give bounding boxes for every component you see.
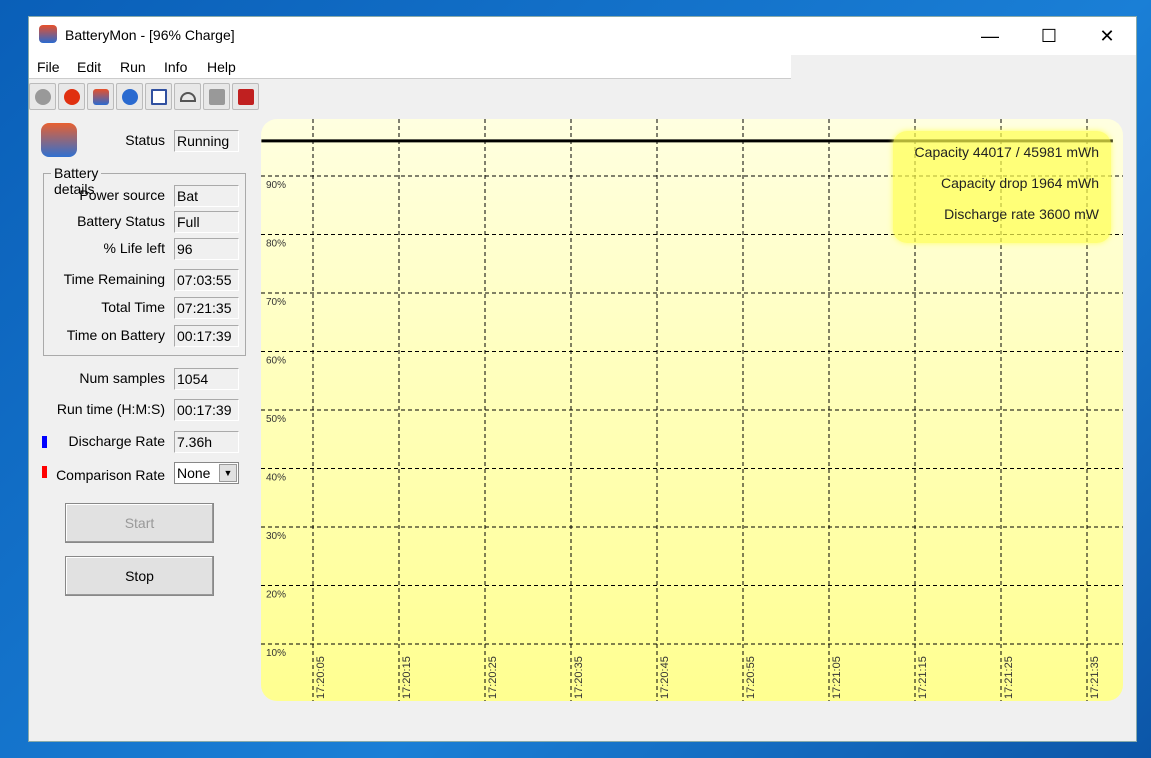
app-icon: [39, 25, 57, 43]
checklist-icon[interactable]: [145, 83, 172, 110]
capacity-text: Capacity 44017 / 45981 mWh: [914, 144, 1099, 160]
y-tick-label: 20%: [266, 590, 286, 601]
stat-field: 00:17:39: [174, 399, 239, 421]
x-tick-label: 17:21:05: [831, 656, 843, 699]
y-tick-label: 70%: [266, 297, 286, 308]
battery-detail-field: 96: [174, 238, 239, 260]
battery-detail-label: Total Time: [101, 299, 165, 315]
y-tick-label: 90%: [266, 180, 286, 191]
menu-edit[interactable]: Edit: [77, 59, 101, 75]
x-tick-label: 17:20:05: [315, 656, 327, 699]
y-tick-label: 30%: [266, 531, 286, 542]
comparison-rate-select[interactable]: None ▼: [174, 462, 239, 484]
stat-field: 7.36h: [174, 431, 239, 453]
record-icon[interactable]: [29, 83, 56, 110]
settings-icon[interactable]: [116, 83, 143, 110]
x-tick-label: 17:21:25: [1003, 656, 1015, 699]
x-tick-label: 17:20:25: [487, 656, 499, 699]
minimize-button[interactable]: —: [967, 17, 1013, 55]
comparison-rate-marker: [42, 466, 47, 478]
start-button[interactable]: Start: [65, 503, 214, 543]
y-tick-label: 80%: [266, 239, 286, 250]
plug-icon[interactable]: [203, 83, 230, 110]
stat-field: 1054: [174, 368, 239, 390]
x-tick-label: 17:20:35: [573, 656, 585, 699]
y-tick-label: 50%: [266, 414, 286, 425]
battery-detail-label: Time Remaining: [63, 271, 165, 287]
stop-icon[interactable]: [58, 83, 85, 110]
battery-detail-label: Battery Status: [77, 213, 165, 229]
menu-help[interactable]: Help: [207, 59, 236, 75]
stop-button[interactable]: Stop: [65, 556, 214, 596]
menu-file[interactable]: File: [37, 59, 60, 75]
stat-label: Run time (H:M:S): [56, 401, 165, 417]
maximize-button[interactable]: ☐: [1026, 17, 1072, 55]
battery-detail-field: 07:21:35: [174, 297, 239, 319]
y-tick-label: 60%: [266, 356, 286, 367]
status-label: Status: [125, 132, 165, 148]
battery-detail-field: Bat: [174, 185, 239, 207]
info-box: Capacity 44017 / 45981 mWh Capacity drop…: [893, 131, 1111, 243]
comparison-rate-value: None: [177, 465, 211, 481]
x-tick-label: 17:21:15: [917, 656, 929, 699]
battery-icon[interactable]: [87, 83, 114, 110]
x-tick-label: 17:20:55: [745, 656, 757, 699]
battery-detail-label: % Life left: [103, 240, 165, 256]
chevron-down-icon[interactable]: ▼: [219, 464, 237, 482]
battery-info-icon[interactable]: [232, 83, 259, 110]
menu-run[interactable]: Run: [120, 59, 146, 75]
battery-detail-field: 00:17:39: [174, 325, 239, 347]
title-bar: BatteryMon - [96% Charge] — ☐ ✕: [29, 17, 1136, 55]
gauge-icon[interactable]: [174, 83, 201, 110]
app-window: BatteryMon - [96% Charge] — ☐ ✕ File Edi…: [28, 16, 1137, 742]
y-tick-label: 10%: [266, 648, 286, 659]
charge-chart: 90% 80% 70% 60% 50% 40% 30% 20% 10% 17:20:05 17:20…: [261, 119, 1123, 701]
stat-label: Num samples: [79, 370, 165, 386]
y-tick-label: 40%: [266, 473, 286, 484]
battery-detail-label: Time on Battery: [66, 327, 165, 343]
menu-info[interactable]: Info: [164, 59, 187, 75]
discharge-rate-text: Discharge rate 3600 mW: [944, 206, 1099, 222]
capacity-drop-text: Capacity drop 1964 mWh: [941, 175, 1099, 191]
menu-bar: File Edit Run Info Help: [29, 55, 791, 79]
x-tick-label: 17:21:35: [1089, 656, 1101, 699]
discharge-rate-marker: [42, 436, 47, 448]
battery-detail-field: 07:03:55: [174, 269, 239, 291]
close-button[interactable]: ✕: [1084, 17, 1130, 55]
battery-detail-field: Full: [174, 211, 239, 233]
x-tick-label: 17:20:15: [401, 656, 413, 699]
x-tick-label: 17:20:45: [659, 656, 671, 699]
window-title: BatteryMon - [96% Charge]: [65, 27, 235, 43]
battery-detail-label: Power source: [79, 187, 165, 203]
status-field: Running: [174, 130, 239, 152]
